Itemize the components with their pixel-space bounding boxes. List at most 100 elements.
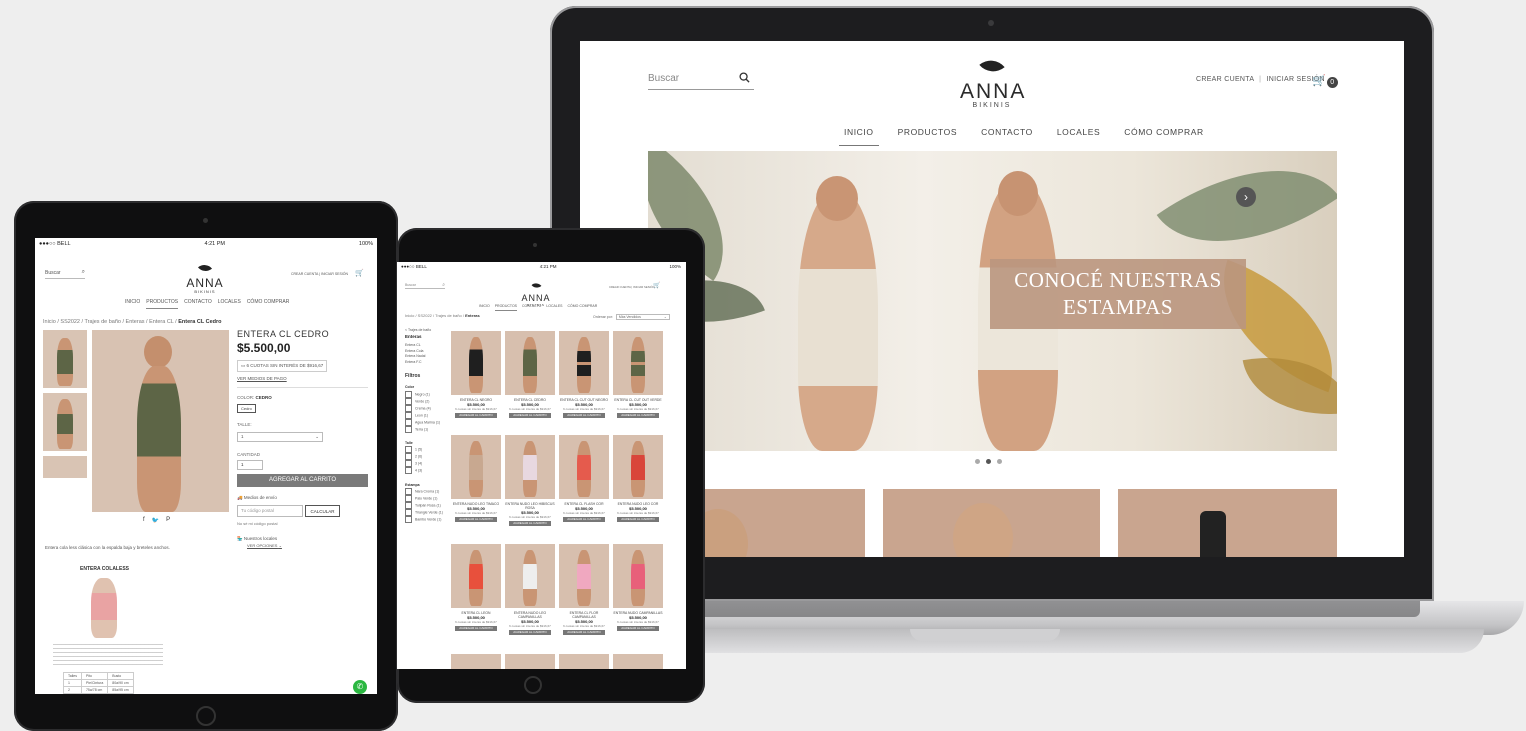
nav-como-comprar[interactable]: CÓMO COMPRAR (1119, 127, 1208, 146)
checkbox[interactable] (405, 509, 412, 517)
nav-inicio[interactable]: INICIO (125, 299, 140, 309)
product-thumbnail[interactable] (43, 393, 87, 451)
chevron-right-icon[interactable]: › (1236, 187, 1256, 207)
add-to-cart-button[interactable]: AGREGAR AL CARRITO (563, 413, 605, 418)
search-icon[interactable]: ⌕ (442, 282, 445, 288)
checkbox[interactable] (405, 390, 412, 398)
nav-como-comprar[interactable]: CÓMO COMPRAR (247, 299, 290, 309)
carousel-dot[interactable] (975, 459, 980, 464)
filter-checkbox[interactable]: Crema (4) (405, 404, 445, 412)
product-image[interactable] (613, 331, 663, 395)
filter-checkbox[interactable]: Nara Croma (1) (405, 488, 445, 496)
filter-checkbox[interactable]: Verde (2) (405, 397, 445, 405)
search-input[interactable]: Buscar ⌕ (405, 282, 445, 289)
product-image[interactable] (559, 435, 609, 499)
product-card[interactable]: ENTERA NUDO LEO TIMACO $5.500,00 6 cuotas … (451, 435, 501, 522)
nav-productos[interactable]: PRODUCTOS (893, 127, 963, 146)
category-tile[interactable] (1118, 489, 1337, 557)
nav-productos[interactable]: PRODUCTOS (494, 304, 518, 311)
add-to-cart-button[interactable]: AGREGAR AL CARRITO (455, 413, 497, 418)
nav-inicio[interactable]: INICIO (479, 304, 490, 311)
product-image[interactable] (505, 331, 555, 395)
add-to-cart-button[interactable]: AGREGAR AL CARRITO (509, 630, 551, 635)
filter-checkbox[interactable]: 3 (4) (405, 460, 445, 468)
product-card[interactable]: ENTERA NUDO CAMPANILLAS $5.500,00 6 cuotas… (613, 544, 663, 631)
product-image[interactable] (505, 654, 555, 669)
product-main-image[interactable] (92, 330, 229, 512)
checkbox[interactable] (405, 411, 412, 419)
nav-productos[interactable]: PRODUCTOS (146, 299, 179, 309)
checkbox[interactable] (405, 397, 412, 405)
checkbox[interactable] (405, 453, 412, 461)
color-option-cedro[interactable]: Cedro (237, 404, 256, 413)
checkbox[interactable] (405, 446, 412, 454)
checkbox[interactable] (405, 502, 412, 510)
add-to-cart-button[interactable]: AGREGAR AL CARRITO (237, 474, 368, 487)
product-card[interactable]: ENTERA NUDO LEO COR $5.500,00 6 cuotas sin… (613, 435, 663, 522)
nav-locales[interactable]: LOCALES (546, 304, 562, 311)
subcategory-link[interactable]: Entera F.C (405, 360, 445, 366)
product-image[interactable] (505, 544, 555, 608)
search-input[interactable]: Buscar (648, 72, 754, 90)
product-card[interactable]: ENTERA CL NEGRO $5.500,00 6 cuotas sin int… (451, 331, 501, 418)
filter-checkbox[interactable]: Agua Marina (1) (405, 418, 445, 426)
filter-checkbox[interactable]: Terra (1) (405, 425, 445, 433)
zip-input[interactable]: Tu código postal (237, 505, 303, 517)
stores-options-link[interactable]: VER OPCIONES ⌄ (247, 543, 282, 548)
breadcrumb-path[interactable]: Inicio / SS2022 / Trajes de baño / Enter… (43, 319, 177, 325)
product-card[interactable]: ENTERA CL CEDRO $5.500,00 6 cuotas sin int… (505, 331, 555, 418)
cart-button[interactable]: 🛒 0 (1312, 74, 1338, 88)
search-icon[interactable]: ⌕ (82, 269, 85, 276)
product-name[interactable]: ENTERA NUDO LEO CAMPANILLAS (505, 611, 555, 619)
nav-inicio[interactable]: INICIO (839, 127, 879, 146)
account-links[interactable]: CREAR CUENTA | INICIAR SESIÓN (609, 285, 655, 289)
account-links[interactable]: CREAR CUENTA | INICIAR SESIÓN (291, 272, 348, 276)
checkbox[interactable] (405, 488, 412, 496)
checkbox[interactable] (405, 516, 412, 524)
add-to-cart-button[interactable]: AGREGAR AL CARRITO (617, 626, 659, 631)
filter-checkbox[interactable]: 4 (3) (405, 467, 445, 475)
nav-como-comprar[interactable]: CÓMO COMPRAR (568, 304, 598, 311)
product-card[interactable]: ENTERA CL FLASH COR $5.500,00 6 cuotas sin… (559, 435, 609, 522)
pinterest-icon[interactable]: P (166, 517, 170, 524)
cart-icon[interactable]: 🛒 (653, 282, 660, 289)
product-image[interactable] (505, 435, 555, 499)
add-to-cart-button[interactable]: AGREGAR AL CARRITO (509, 413, 551, 418)
facebook-icon[interactable]: f (143, 517, 145, 524)
checkbox[interactable] (405, 418, 412, 426)
product-thumbnail[interactable] (43, 330, 87, 388)
filter-checkbox[interactable]: Triangle Verde (1) (405, 509, 445, 517)
quantity-input[interactable]: 1 (237, 460, 263, 470)
product-card[interactable]: ENTERA NUDO LEO HIBISCUS ROSA $5.500,00 6 … (505, 435, 555, 526)
add-to-cart-button[interactable]: AGREGAR AL CARRITO (455, 517, 497, 522)
carousel-dot-active[interactable] (986, 459, 991, 464)
search-icon[interactable] (739, 72, 750, 83)
product-image[interactable] (451, 435, 501, 499)
product-thumbnail[interactable] (43, 456, 87, 478)
promo-banner-text[interactable]: CONOCÉ NUESTRAS ESTAMPAS (990, 259, 1246, 329)
nav-contacto[interactable]: CONTACTO (976, 127, 1038, 146)
nav-locales[interactable]: LOCALES (218, 299, 241, 309)
filter-checkbox[interactable]: Tulipán Rosa (1) (405, 502, 445, 510)
category-tile[interactable] (883, 489, 1100, 557)
twitter-icon[interactable]: 🐦 (152, 517, 159, 524)
product-card[interactable]: ENTERA CL FLOR CAMPANILLAS $5.500,00 6 cuo… (559, 544, 609, 635)
calculate-button[interactable]: CALCULAR (305, 505, 340, 517)
add-to-cart-button[interactable]: AGREGAR AL CARRITO (563, 517, 605, 522)
product-card[interactable]: ENTERA CL CUT OUT NEGRO $5.500,00 6 cuotas… (559, 331, 609, 418)
add-to-cart-button[interactable]: AGREGAR AL CARRITO (509, 521, 551, 526)
checkbox[interactable] (405, 495, 412, 503)
product-image[interactable] (559, 544, 609, 608)
brand-logo[interactable]: ANNA BIKINIS (185, 260, 225, 294)
product-image[interactable] (559, 654, 609, 669)
filter-checkbox[interactable]: Leon (1) (405, 411, 445, 419)
whatsapp-icon[interactable]: ✆ (353, 680, 367, 694)
create-account-link[interactable]: CREAR CUENTA (1196, 76, 1254, 83)
product-image[interactable] (613, 435, 663, 499)
add-to-cart-button[interactable]: AGREGAR AL CARRITO (563, 630, 605, 635)
product-card[interactable]: ENTERA CL CUT OUT VERDE $5.500,00 6 cuotas… (613, 331, 663, 418)
add-to-cart-button[interactable]: AGREGAR AL CARRITO (617, 517, 659, 522)
product-image[interactable] (559, 331, 609, 395)
nav-contacto[interactable]: CONTACTO (522, 304, 541, 311)
size-select[interactable]: 1 ⌄ (237, 432, 323, 442)
